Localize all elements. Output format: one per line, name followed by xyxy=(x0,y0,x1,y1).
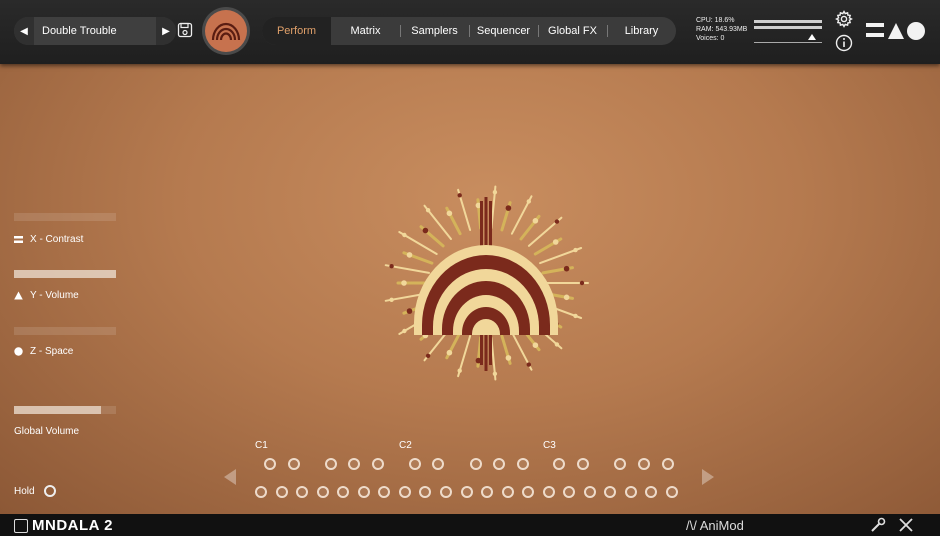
xyz-brand-logo xyxy=(866,22,925,40)
tab-sequencer[interactable]: Sequencer xyxy=(469,17,538,45)
mandala-arches xyxy=(414,245,558,335)
wrench-icon[interactable] xyxy=(870,517,886,533)
black-key[interactable] xyxy=(638,458,650,470)
triangle-icon xyxy=(14,291,23,300)
octave-label-c2: C2 xyxy=(399,440,412,451)
y-volume-slider[interactable] xyxy=(14,270,116,278)
product-name: MNDALA 2 xyxy=(32,517,113,534)
black-key[interactable] xyxy=(662,458,674,470)
x-contrast-label: X - Contrast xyxy=(14,234,83,245)
x-contrast-text: X - Contrast xyxy=(30,234,84,245)
prev-preset-button[interactable]: ◀ xyxy=(14,17,34,45)
animod-wave-icon: /\/ xyxy=(686,518,700,533)
white-key[interactable] xyxy=(624,486,637,498)
tab-global-fx[interactable]: Global FX xyxy=(538,17,607,45)
black-key[interactable] xyxy=(348,458,360,470)
save-icon[interactable] xyxy=(177,22,193,38)
circle-icon xyxy=(14,347,23,356)
top-bar: ◀ Double Trouble ▶ Perform Matrix Sample… xyxy=(0,0,940,64)
white-key[interactable] xyxy=(439,486,452,498)
preset-selector: ◀ Double Trouble ▶ xyxy=(14,17,176,45)
octave-up-button[interactable] xyxy=(702,469,714,485)
global-volume-fill xyxy=(14,406,101,414)
cpu-readout: CPU: 18.6% xyxy=(696,17,735,24)
lines-icon xyxy=(14,236,23,243)
gear-icon[interactable] xyxy=(835,10,853,28)
next-preset-button[interactable]: ▶ xyxy=(156,17,176,45)
y-volume-text: Y - Volume xyxy=(30,290,79,301)
white-key[interactable] xyxy=(357,486,370,498)
meter-right xyxy=(754,26,822,29)
footer-tools xyxy=(870,517,914,533)
white-key[interactable] xyxy=(542,486,555,498)
voices-readout: Voices: 0 xyxy=(696,35,725,42)
black-key[interactable] xyxy=(470,458,482,470)
mandala-logo-icon xyxy=(205,10,247,52)
white-key[interactable] xyxy=(255,486,267,498)
output-meters xyxy=(754,20,822,43)
global-volume-label: Global Volume xyxy=(14,426,80,437)
black-key[interactable] xyxy=(288,458,300,470)
tab-library[interactable]: Library xyxy=(607,17,676,45)
mandala-logo-button[interactable] xyxy=(202,7,250,55)
white-key[interactable] xyxy=(398,486,411,498)
company-name: AniMod xyxy=(699,518,744,533)
ram-readout: RAM: 543.93MB xyxy=(696,26,748,33)
x-contrast-slider[interactable] xyxy=(14,213,116,221)
tab-matrix[interactable]: Matrix xyxy=(331,17,400,45)
white-key[interactable] xyxy=(481,486,494,498)
black-key[interactable] xyxy=(553,458,565,470)
octave-label-c3: C3 xyxy=(543,440,556,451)
white-key[interactable] xyxy=(275,486,288,498)
white-key[interactable] xyxy=(501,486,514,498)
z-space-slider[interactable] xyxy=(14,327,116,335)
white-key[interactable] xyxy=(666,486,678,498)
volume-handle[interactable] xyxy=(808,34,816,40)
tab-perform[interactable]: Perform xyxy=(262,17,331,45)
black-key[interactable] xyxy=(493,458,505,470)
hold-label: Hold xyxy=(14,485,35,497)
octave-label-c1: C1 xyxy=(255,440,268,451)
hold-control: Hold xyxy=(14,485,56,497)
product-logo-icon xyxy=(14,518,28,533)
black-key[interactable] xyxy=(325,458,337,470)
z-space-label: Z - Space xyxy=(14,346,73,357)
main-tabs: Perform Matrix Samplers Sequencer Global… xyxy=(262,17,676,45)
white-key[interactable] xyxy=(296,486,309,498)
hold-toggle[interactable] xyxy=(43,485,56,497)
tools-icon[interactable] xyxy=(898,517,914,533)
black-key[interactable] xyxy=(264,458,276,470)
z-space-text: Z - Space xyxy=(30,346,74,357)
white-key[interactable] xyxy=(316,486,329,498)
black-key[interactable] xyxy=(577,458,589,470)
company-logo: /\/ AniMod xyxy=(686,518,744,533)
black-key[interactable] xyxy=(409,458,421,470)
preset-name[interactable]: Double Trouble xyxy=(34,17,156,45)
white-key[interactable] xyxy=(583,486,596,498)
black-key[interactable] xyxy=(614,458,626,470)
mandala-xy-pad[interactable] xyxy=(376,173,596,393)
meter-left xyxy=(754,20,822,23)
system-stats: CPU: 18.6% RAM: 543.93MB Voices: 0 xyxy=(696,16,747,43)
black-key[interactable] xyxy=(517,458,529,470)
footer-bar xyxy=(0,514,940,536)
master-volume-slider[interactable] xyxy=(754,32,822,43)
info-icon[interactable] xyxy=(835,34,853,52)
black-key[interactable] xyxy=(432,458,444,470)
white-key[interactable] xyxy=(460,486,473,498)
product-logo: MNDALA 2 xyxy=(14,517,113,534)
octave-down-button[interactable] xyxy=(224,469,236,485)
black-key[interactable] xyxy=(372,458,384,470)
y-volume-label: Y - Volume xyxy=(14,290,79,301)
global-volume-slider[interactable] xyxy=(14,406,116,414)
y-volume-fill xyxy=(14,270,116,278)
tab-samplers[interactable]: Samplers xyxy=(400,17,469,45)
